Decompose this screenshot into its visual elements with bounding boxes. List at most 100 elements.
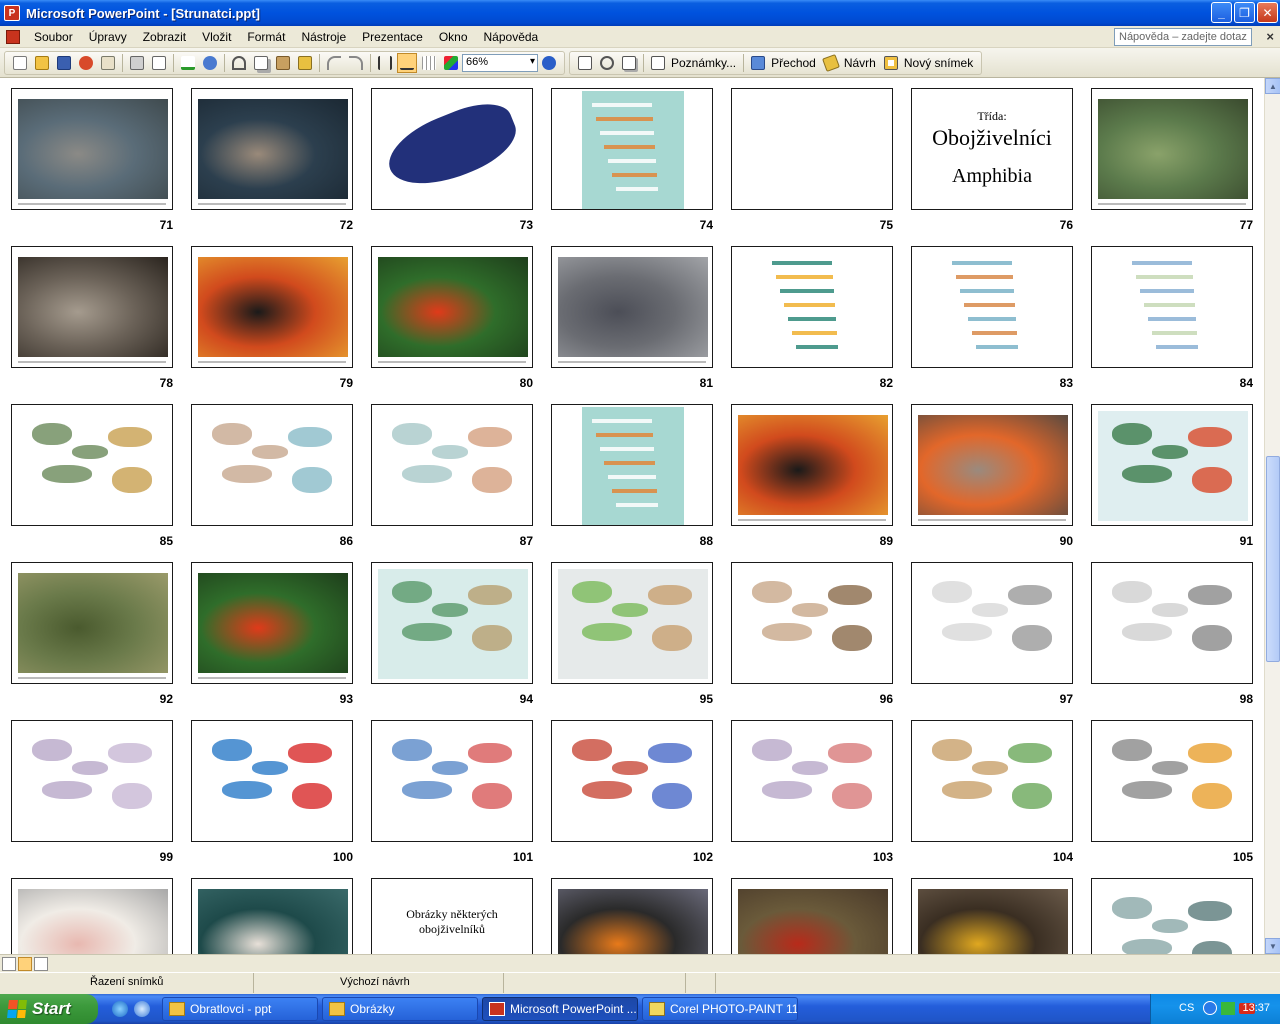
slide-thumbnail-96[interactable] — [731, 562, 893, 684]
slide-thumbnail-103[interactable] — [731, 720, 893, 842]
redo-icon[interactable] — [346, 53, 366, 73]
slide-thumbnail-73[interactable] — [371, 88, 533, 210]
zoom-select[interactable]: 66% — [462, 53, 538, 72]
research-icon[interactable] — [200, 53, 220, 73]
task-powerpoint[interactable]: Microsoft PowerPoint ... — [482, 997, 638, 1021]
menu-prezentace[interactable]: Prezentace — [354, 30, 431, 44]
slide-thumbnail-86[interactable] — [191, 404, 353, 526]
slide-thumbnail-81[interactable] — [551, 246, 713, 368]
design-button[interactable]: Návrh — [844, 56, 876, 70]
internet-explorer-icon[interactable] — [112, 1001, 128, 1017]
slide-thumbnail-71[interactable] — [11, 88, 173, 210]
rehearse-timings-icon[interactable] — [597, 53, 617, 73]
slide-thumbnail-88[interactable] — [551, 404, 713, 526]
color-grayscale-icon[interactable] — [441, 53, 461, 73]
slide-thumbnail-100[interactable] — [191, 720, 353, 842]
slide-thumbnail-72[interactable] — [191, 88, 353, 210]
slide-thumbnail-83[interactable] — [911, 246, 1073, 368]
transition-button[interactable]: Přechod — [771, 56, 816, 70]
notes-icon[interactable] — [648, 53, 668, 73]
document-icon[interactable] — [6, 29, 20, 44]
slide-thumbnail-74[interactable] — [551, 88, 713, 210]
menu-vlozit[interactable]: Vložit — [194, 30, 239, 44]
slide-thumbnail-98[interactable] — [1091, 562, 1253, 684]
slide-thumbnail-105[interactable] — [1091, 720, 1253, 842]
slide-thumbnail-93[interactable] — [191, 562, 353, 684]
start-button[interactable]: Start — [0, 994, 98, 1024]
slide-thumbnail-109[interactable] — [551, 878, 713, 954]
grid-icon[interactable] — [419, 53, 439, 73]
powerpoint-app-icon[interactable]: P — [4, 5, 20, 21]
slide-thumbnail-89[interactable] — [731, 404, 893, 526]
notes-button[interactable]: Poznámky... — [671, 56, 736, 70]
slide-show-view-icon[interactable] — [34, 957, 48, 971]
slide-thumbnail-99[interactable] — [11, 720, 173, 842]
menu-soubor[interactable]: Soubor — [26, 30, 81, 44]
slide-thumbnail-79[interactable] — [191, 246, 353, 368]
menu-okno[interactable]: Okno — [431, 30, 476, 44]
copy-icon[interactable] — [251, 53, 271, 73]
summary-slide-icon[interactable] — [619, 53, 639, 73]
print-preview-icon[interactable] — [149, 53, 169, 73]
format-painter-icon[interactable] — [295, 53, 315, 73]
task-obratlovci[interactable]: Obratlovci - ppt — [162, 997, 318, 1021]
transition-icon[interactable] — [748, 53, 768, 73]
slide-thumbnail-94[interactable] — [371, 562, 533, 684]
scroll-thumb[interactable] — [1266, 456, 1280, 662]
slide-thumbnail-85[interactable] — [11, 404, 173, 526]
slide-thumbnail-84[interactable] — [1091, 246, 1253, 368]
title-bar[interactable]: P Microsoft PowerPoint - [Strunatci.ppt]… — [0, 0, 1280, 26]
menu-nastroje[interactable]: Nástroje — [293, 30, 354, 44]
print-icon[interactable] — [127, 53, 147, 73]
slide-thumbnail-110[interactable] — [731, 878, 893, 954]
design-icon[interactable] — [821, 53, 841, 73]
normal-view-icon[interactable] — [2, 957, 16, 971]
language-indicator[interactable]: CS — [1179, 1002, 1194, 1014]
menu-upravy[interactable]: Úpravy — [81, 30, 135, 44]
task-obrazky[interactable]: Obrázky — [322, 997, 478, 1021]
menu-napoveda[interactable]: Nápověda — [476, 30, 547, 44]
minimize-icon[interactable]: _ — [1211, 2, 1232, 23]
slide-sorter-view-icon[interactable] — [18, 957, 32, 971]
close-icon[interactable]: ✕ — [1257, 2, 1278, 23]
slide-thumbnail-108[interactable]: Obrázky některých obojživelníků — [371, 878, 533, 954]
task-corel[interactable]: Corel PHOTO-PAINT 11 — [642, 997, 798, 1021]
vertical-scrollbar[interactable]: ▲ ▼ — [1264, 78, 1280, 954]
help-search-input[interactable]: Nápověda – zadejte dotaz — [1114, 28, 1252, 46]
slide-thumbnail-91[interactable] — [1091, 404, 1253, 526]
show-desktop-icon[interactable] — [134, 1001, 150, 1017]
slide-thumbnail-101[interactable] — [371, 720, 533, 842]
slide-thumbnail-80[interactable] — [371, 246, 533, 368]
permission-icon[interactable] — [76, 53, 96, 73]
slide-thumbnail-97[interactable] — [911, 562, 1073, 684]
expand-all-icon[interactable] — [375, 53, 395, 73]
cut-icon[interactable] — [229, 53, 249, 73]
undo-icon[interactable] — [324, 53, 344, 73]
new-slide-icon[interactable] — [881, 53, 901, 73]
slide-thumbnail-107[interactable] — [191, 878, 353, 954]
slide-thumbnail-76[interactable]: Třída: Obojživelníci Amphibia — [911, 88, 1073, 210]
show-formatting-icon[interactable] — [397, 52, 417, 73]
spelling-icon[interactable] — [178, 53, 198, 73]
paste-icon[interactable] — [273, 53, 293, 73]
email-icon[interactable] — [98, 53, 118, 73]
help-icon[interactable] — [539, 53, 559, 73]
save-icon[interactable] — [54, 53, 74, 73]
slide-thumbnail-112[interactable] — [1091, 878, 1253, 954]
slide-thumbnail-106[interactable] — [11, 878, 173, 954]
hide-slide-icon[interactable] — [575, 53, 595, 73]
new-slide-button[interactable]: Nový snímek — [904, 56, 973, 70]
open-folder-icon[interactable] — [32, 53, 52, 73]
language-arrow-icon[interactable] — [1203, 1001, 1217, 1015]
document-close-icon[interactable]: × — [1266, 29, 1274, 44]
slide-thumbnail-111[interactable] — [911, 878, 1073, 954]
network-icon[interactable] — [1221, 1002, 1235, 1015]
menu-zobrazit[interactable]: Zobrazit — [135, 30, 194, 44]
menu-format[interactable]: Formát — [239, 30, 293, 44]
slide-thumbnail-90[interactable] — [911, 404, 1073, 526]
slide-thumbnail-104[interactable] — [911, 720, 1073, 842]
restore-icon[interactable]: ❐ — [1234, 2, 1255, 23]
scroll-down-icon[interactable]: ▼ — [1265, 938, 1280, 954]
slide-thumbnail-87[interactable] — [371, 404, 533, 526]
slide-thumbnail-82[interactable] — [731, 246, 893, 368]
